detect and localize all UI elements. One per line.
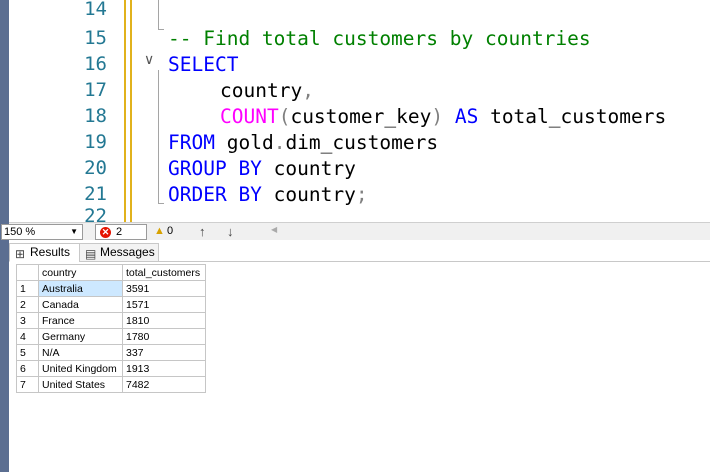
tab-results[interactable]: ⊞ Results xyxy=(9,243,81,262)
code-line-19[interactable]: FROM gold.dim_customers xyxy=(168,131,438,154)
line-number: 17 xyxy=(84,79,107,101)
message-icon: ▤ xyxy=(85,247,97,261)
row-number[interactable]: 2 xyxy=(16,296,39,313)
line-number: 21 xyxy=(84,183,107,205)
query-editor[interactable]: 14 15 16 17 18 19 20 21 22 ∨ -- Find tot… xyxy=(9,0,710,222)
arrow-down-icon[interactable]: ↓ xyxy=(227,224,234,239)
results-tab-bar: ⊞ Results ▤ Messages xyxy=(9,240,710,262)
results-grid-pane: country total_customers 1 Australia 3591… xyxy=(9,262,710,472)
grid-cell-country[interactable]: United States xyxy=(38,376,123,393)
grid-corner-cell[interactable] xyxy=(16,264,39,281)
line-number: 22 xyxy=(84,205,107,222)
sql-punctuation: ; xyxy=(355,183,368,206)
grid-icon: ⊞ xyxy=(15,247,26,261)
sql-keyword: SELECT xyxy=(168,53,239,76)
line-number: 19 xyxy=(84,131,107,153)
fold-guide xyxy=(158,0,159,30)
row-number[interactable]: 7 xyxy=(16,376,39,393)
arrow-up-icon[interactable]: ↑ xyxy=(199,224,206,239)
grid-cell-total[interactable]: 337 xyxy=(122,344,206,361)
column-header-total-customers[interactable]: total_customers xyxy=(122,264,206,281)
error-count: 2 xyxy=(116,226,123,238)
line-number: 14 xyxy=(84,0,107,20)
scroll-left-icon[interactable]: ◀ xyxy=(271,225,277,234)
sql-identifier: country xyxy=(273,157,356,180)
code-line-20[interactable]: GROUP BY country xyxy=(168,157,356,180)
grid-cell-country[interactable]: Germany xyxy=(38,328,123,345)
sql-identifier: gold xyxy=(226,131,274,154)
grid-cell-country[interactable]: Australia xyxy=(38,280,123,297)
grid-cell-total[interactable]: 1780 xyxy=(122,328,206,345)
zoom-dropdown[interactable]: 150 % ▼ xyxy=(1,224,83,240)
sql-identifier: customer_key xyxy=(290,105,432,128)
tab-label: Results xyxy=(30,245,71,259)
editor-status-bar: 150 % ▼ ✕ 2 ▲ 0 ↑ ↓ ◀ xyxy=(1,222,710,240)
sql-identifier: country xyxy=(220,79,303,102)
row-number[interactable]: 4 xyxy=(16,328,39,345)
fold-guide-end xyxy=(158,29,164,30)
grid-cell-country[interactable]: United Kingdom xyxy=(38,360,123,377)
code-line-17[interactable]: country, xyxy=(220,79,314,102)
grid-cell-total[interactable]: 1810 xyxy=(122,312,206,329)
grid-cell-total[interactable]: 1913 xyxy=(122,360,206,377)
fold-guide-end xyxy=(158,203,164,204)
table-row: 7 United States 7482 xyxy=(16,376,206,393)
sql-keyword: GROUP BY xyxy=(168,157,262,180)
table-row: 5 N/A 337 xyxy=(16,344,206,361)
column-header-country[interactable]: country xyxy=(38,264,123,281)
tab-label: Messages xyxy=(100,245,155,259)
grid-cell-country[interactable]: France xyxy=(38,312,123,329)
results-grid[interactable]: country total_customers 1 Australia 3591… xyxy=(16,264,206,393)
table-row: 2 Canada 1571 xyxy=(16,296,206,313)
grid-cell-country[interactable]: Canada xyxy=(38,296,123,313)
line-number: 16 xyxy=(84,53,107,75)
header-row: country total_customers xyxy=(16,264,206,281)
grid-cell-total[interactable]: 1571 xyxy=(122,296,206,313)
warning-count: 0 xyxy=(167,225,174,237)
sql-keyword: ORDER BY xyxy=(168,183,262,206)
row-number[interactable]: 6 xyxy=(16,360,39,377)
fold-guide xyxy=(158,70,159,204)
row-number[interactable]: 1 xyxy=(16,280,39,297)
line-number: 20 xyxy=(84,157,107,179)
sql-keyword: AS xyxy=(454,105,479,128)
change-indicator-bar xyxy=(124,0,126,222)
warning-triangle-icon[interactable]: ▲ xyxy=(154,225,165,237)
dropdown-arrow-icon: ▼ xyxy=(70,227,78,236)
table-row: 3 France 1810 xyxy=(16,312,206,329)
sql-punctuation: . xyxy=(273,131,286,154)
line-number: 18 xyxy=(84,105,107,127)
sql-punctuation: , xyxy=(302,79,314,102)
code-line-15[interactable]: -- Find total customers by countries xyxy=(168,27,591,50)
grid-cell-country[interactable]: N/A xyxy=(38,344,123,361)
row-number[interactable]: 5 xyxy=(16,344,39,361)
zoom-value: 150 % xyxy=(4,226,36,238)
sql-function: COUNT xyxy=(220,105,279,128)
sql-identifier: country xyxy=(273,183,356,206)
sql-comment: -- Find total customers by countries xyxy=(168,27,591,50)
collapse-chevron-icon[interactable]: ∨ xyxy=(144,52,154,68)
code-line-18[interactable]: COUNT(customer_key) AS total_customers xyxy=(220,105,666,128)
grid-cell-total[interactable]: 3591 xyxy=(122,280,206,297)
sql-identifier: total_customers xyxy=(490,105,667,128)
tab-messages[interactable]: ▤ Messages xyxy=(79,243,159,262)
error-count-button[interactable]: ✕ 2 xyxy=(95,224,147,240)
sql-punctuation: ( xyxy=(278,105,291,128)
sql-punctuation: ) xyxy=(431,105,444,128)
sql-keyword: FROM xyxy=(168,131,215,154)
change-indicator-bar xyxy=(130,0,132,222)
table-row: 4 Germany 1780 xyxy=(16,328,206,345)
error-circle-icon: ✕ xyxy=(100,227,111,238)
table-row: 6 United Kingdom 1913 xyxy=(16,360,206,377)
line-number: 15 xyxy=(84,27,107,49)
row-number[interactable]: 3 xyxy=(16,312,39,329)
code-line-16[interactable]: SELECT xyxy=(168,53,238,76)
grid-cell-total[interactable]: 7482 xyxy=(122,376,206,393)
code-line-21[interactable]: ORDER BY country; xyxy=(168,183,368,206)
table-row: 1 Australia 3591 xyxy=(16,280,206,297)
sql-identifier: dim_customers xyxy=(285,131,439,154)
